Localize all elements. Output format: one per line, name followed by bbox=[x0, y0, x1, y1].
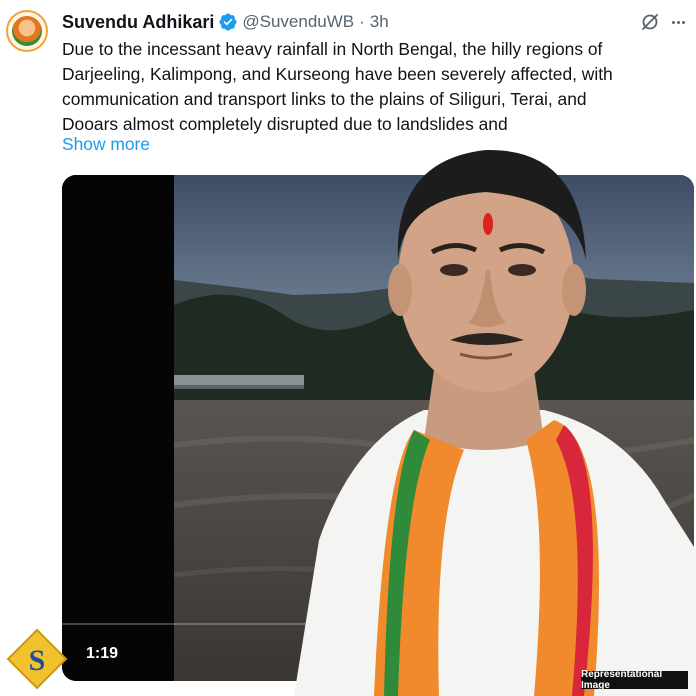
video-duration: 1:19 bbox=[86, 645, 119, 662]
party-emblem-avatar bbox=[12, 16, 42, 46]
tweet-line: Dooars almost completely disrupted due t… bbox=[62, 114, 508, 134]
tweet-line: Due to the incessant heavy rainfall in N… bbox=[62, 39, 603, 59]
display-name[interactable]: Suvendu Adhikari bbox=[62, 12, 214, 33]
show-more-link[interactable]: Show more bbox=[62, 134, 150, 155]
representational-image-caption: Representational Image bbox=[581, 669, 688, 691]
snewz-logo: S bbox=[6, 628, 68, 690]
avatar[interactable] bbox=[6, 10, 48, 52]
user-handle[interactable]: @SuvenduWB bbox=[242, 12, 354, 32]
tweet-text: Due to the incessant heavy rainfall in N… bbox=[62, 37, 690, 137]
timestamp[interactable]: 3h bbox=[370, 12, 389, 32]
verified-badge-icon bbox=[218, 12, 238, 32]
tweet-header: Suvendu Adhikari @SuvenduWB · 3h bbox=[62, 10, 389, 34]
tweet-line: communication and transport links to the… bbox=[62, 89, 587, 109]
tweet-line: Darjeeling, Kalimpong, and Kurseong have… bbox=[62, 64, 613, 84]
svg-text:S: S bbox=[29, 644, 46, 677]
video-letterbox bbox=[62, 175, 174, 681]
portrait-overlay bbox=[264, 140, 696, 696]
separator-dot: · bbox=[359, 12, 365, 31]
more-options-icon[interactable] bbox=[668, 12, 688, 32]
grok-icon[interactable] bbox=[640, 12, 660, 32]
